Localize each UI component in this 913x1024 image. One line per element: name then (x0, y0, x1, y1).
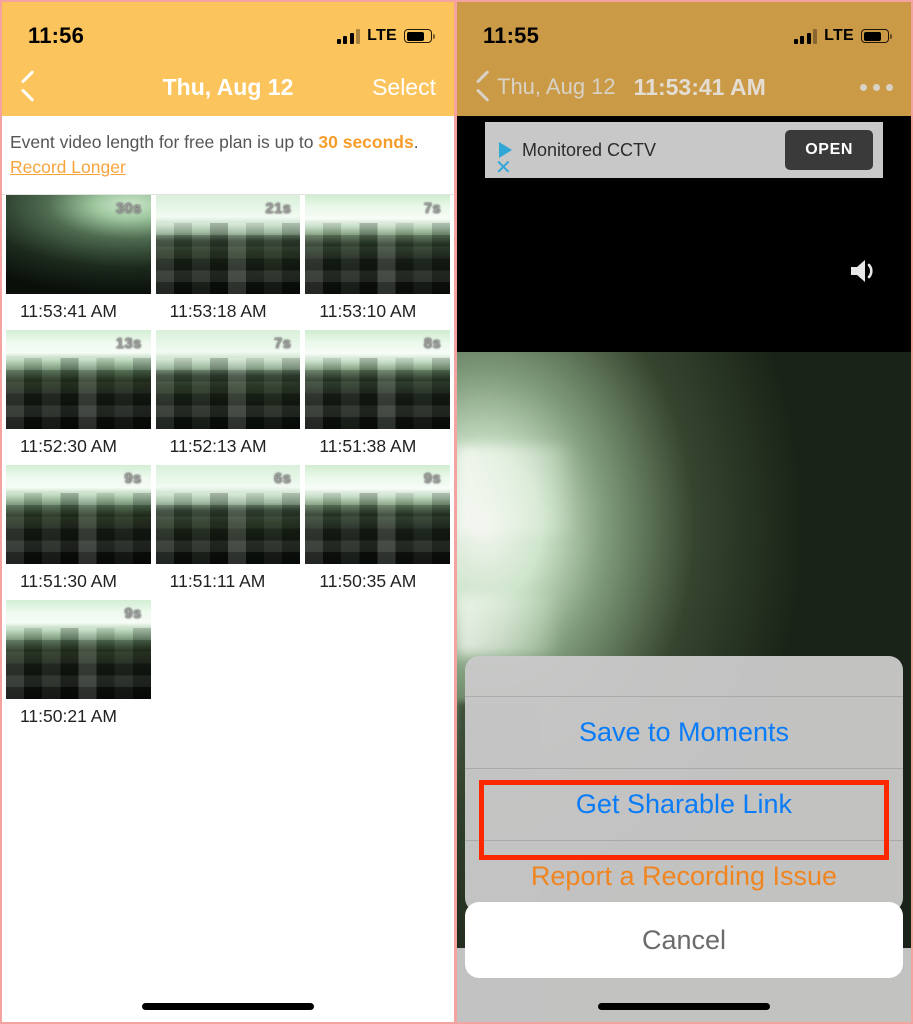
status-bar-indicators: LTE (793, 27, 892, 45)
right-nav-bar: Thu, Aug 12 11:53:41 AM (457, 58, 911, 116)
event-thumbnail[interactable]: 13s (6, 330, 151, 430)
event-duration-badge: 9s (423, 470, 441, 488)
record-longer-link[interactable]: Record Longer (10, 157, 126, 178)
notice-text: Event video length for free plan is up t… (10, 130, 446, 155)
left-status-bar: 11:56 LTE (2, 2, 454, 58)
network-type-label: LTE (824, 27, 854, 44)
more-horizontal-icon[interactable] (860, 83, 893, 91)
event-timestamp: 11:50:21 AM (20, 706, 117, 727)
event-duration-badge: 6s (274, 470, 292, 488)
notice-text-after: . (413, 132, 419, 152)
event-thumbnail[interactable]: 7s (305, 195, 450, 295)
event-thumbnail[interactable]: 9s (6, 465, 151, 565)
event-duration-badge: 9s (124, 470, 142, 488)
event-thumbnail-grid: 30s 11:53:41 AM 21s 11:53:18 AM 7s 11:53:10 A… (2, 195, 454, 735)
ad-banner[interactable]: Monitored CCTV ✕ OPEN (485, 122, 883, 178)
status-bar-indicators: LTE (336, 27, 435, 45)
pixelation-overlay (6, 628, 151, 700)
event-timestamp: 11:53:41 AM (20, 301, 117, 322)
event-duration-badge: 30s (115, 200, 142, 218)
pixelation-overlay (305, 223, 450, 295)
battery-icon (404, 29, 435, 43)
speaker-volume-icon[interactable] (847, 256, 881, 286)
event-cell[interactable]: 9s 11:51:30 AM (6, 465, 151, 600)
back-chevron-icon[interactable] (20, 74, 34, 100)
event-cell[interactable]: 7s 11:53:10 AM (305, 195, 450, 330)
cellular-signal-icon (793, 28, 818, 44)
action-save-to-moments[interactable]: Save to Moments (465, 696, 903, 768)
event-timestamp: 11:51:11 AM (169, 571, 266, 592)
video-scene-detail (457, 594, 562, 656)
event-cell[interactable]: 6s 11:51:11 AM (155, 465, 301, 600)
event-duration-badge: 21s (265, 200, 292, 218)
event-cell[interactable]: 7s 11:52:13 AM (155, 330, 301, 465)
ad-open-button[interactable]: OPEN (785, 130, 873, 170)
left-nav-bar: Thu, Aug 12 Select (2, 58, 454, 116)
event-duration-badge: 7s (423, 200, 441, 218)
action-cancel-button[interactable]: Cancel (465, 902, 903, 978)
highlight-annotation-box (479, 780, 889, 860)
event-cell[interactable]: 9s 11:50:21 AM (6, 600, 151, 735)
battery-icon (861, 29, 892, 43)
player-title: 11:53:41 AM (633, 73, 766, 100)
event-timestamp: 11:51:38 AM (319, 436, 417, 457)
right-phone-panel: 11:55 LTE Thu, Aug 12 11:53:41 AM Monito… (456, 0, 913, 1024)
ad-title: Monitored CCTV (522, 139, 657, 160)
play-triangle-icon (499, 142, 512, 158)
event-timestamp: 11:50:35 AM (319, 571, 417, 592)
event-cell[interactable]: 21s 11:53:18 AM (155, 195, 301, 330)
pixelation-overlay (305, 493, 450, 565)
pixelation-overlay (155, 358, 301, 430)
event-thumbnail[interactable]: 30s (6, 195, 151, 295)
cellular-signal-icon (336, 28, 361, 44)
notice-text-before: Event video length for free plan is up t… (10, 132, 319, 152)
status-bar-time: 11:55 (483, 23, 540, 48)
pixelation-overlay (6, 493, 151, 565)
right-status-bar: 11:55 LTE (457, 2, 911, 58)
close-icon[interactable]: ✕ (495, 158, 513, 178)
event-thumbnail[interactable]: 9s (305, 465, 450, 565)
event-duration-badge: 9s (124, 605, 142, 623)
event-cell[interactable]: 9s 11:50:35 AM (305, 465, 450, 600)
free-plan-notice: Event video length for free plan is up t… (2, 116, 454, 196)
screenshot-root: 11:56 LTE Thu, Aug 12 Select Event video… (0, 0, 913, 1024)
notice-highlight: 30 seconds (318, 132, 414, 152)
network-type-label: LTE (367, 27, 397, 44)
event-thumbnail[interactable]: 6s (155, 465, 301, 565)
event-timestamp: 11:53:10 AM (319, 301, 417, 322)
back-chevron-icon[interactable] (475, 74, 489, 100)
event-duration-badge: 13s (115, 335, 142, 353)
pixelation-overlay (155, 493, 301, 565)
event-timestamp: 11:51:30 AM (20, 571, 117, 592)
pixelation-overlay (6, 358, 151, 430)
back-label[interactable]: Thu, Aug 12 (497, 74, 616, 100)
home-indicator (457, 1003, 911, 1010)
video-player-body: Monitored CCTV ✕ OPEN Save to Moments Ge… (457, 116, 911, 1022)
action-sheet-header-spacer (465, 656, 903, 696)
event-thumbnail[interactable]: 21s (155, 195, 301, 295)
left-phone-panel: 11:56 LTE Thu, Aug 12 Select Event video… (0, 0, 456, 1024)
event-timestamp: 11:53:18 AM (169, 301, 267, 322)
event-thumbnail[interactable]: 9s (6, 600, 151, 700)
event-timestamp: 11:52:30 AM (20, 436, 117, 457)
event-thumbnail[interactable]: 8s (305, 330, 450, 430)
event-timestamp: 11:52:13 AM (169, 436, 267, 457)
video-scene-detail (457, 446, 576, 534)
select-button[interactable]: Select (372, 74, 436, 101)
home-indicator (2, 1003, 454, 1010)
event-cell[interactable]: 30s 11:53:41 AM (6, 195, 151, 330)
pixelation-overlay (305, 358, 450, 430)
event-duration-badge: 8s (423, 335, 441, 353)
pixelation-overlay (155, 223, 301, 295)
event-thumbnail[interactable]: 7s (155, 330, 301, 430)
event-duration-badge: 7s (274, 335, 292, 353)
event-cell[interactable]: 13s 11:52:30 AM (6, 330, 151, 465)
status-bar-time: 11:56 (28, 23, 85, 48)
event-cell[interactable]: 8s 11:51:38 AM (305, 330, 450, 465)
